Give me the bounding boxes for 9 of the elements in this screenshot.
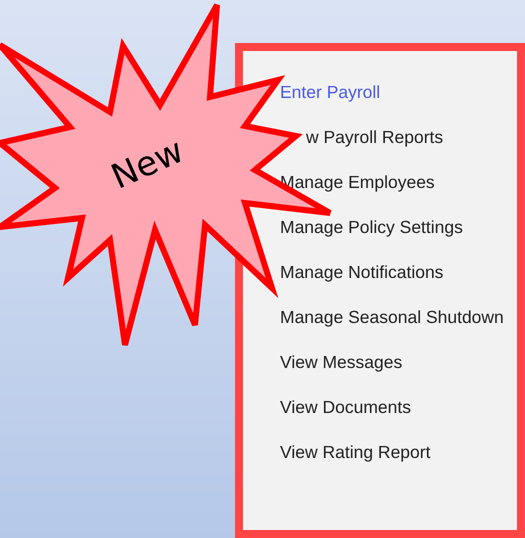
menu-link[interactable]: Enter Payroll — [280, 81, 380, 104]
new-label: New — [106, 130, 190, 198]
menu-link[interactable]: View Documents — [280, 396, 411, 419]
menu-link[interactable]: w Payroll Reports — [306, 126, 444, 149]
menu-link[interactable]: Manage Seasonal Shutdown — [280, 306, 504, 329]
menu-link[interactable]: Manage Policy Settings — [280, 216, 463, 239]
menu-link[interactable]: View Messages — [280, 351, 402, 374]
menu-link[interactable]: View Rating Report — [280, 441, 430, 464]
menu-link[interactable]: Manage Notifications — [280, 261, 444, 284]
